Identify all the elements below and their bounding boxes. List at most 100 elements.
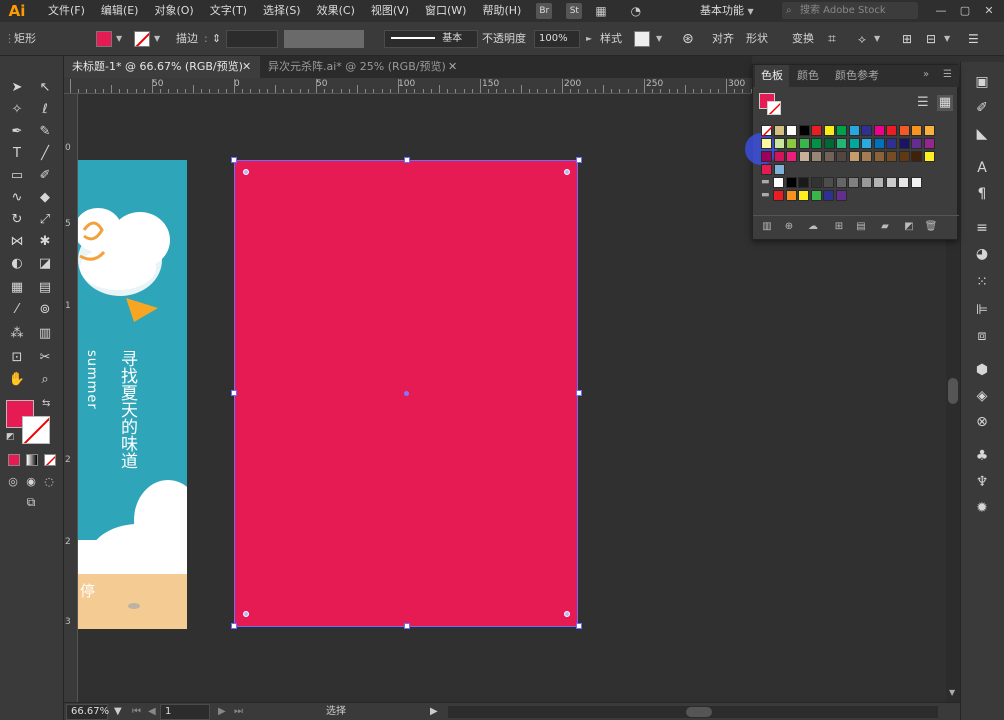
tab-close-icon[interactable]: ✕: [242, 56, 251, 78]
swatch[interactable]: [773, 151, 785, 162]
swatch[interactable]: [761, 164, 772, 175]
swatch[interactable]: [923, 151, 935, 162]
club-icon[interactable]: ♣: [971, 446, 993, 466]
color-group-folder-icon[interactable]: ▬: [761, 177, 770, 187]
tab-swatches[interactable]: 色板: [755, 65, 789, 87]
align-button[interactable]: 对齐: [712, 22, 734, 56]
show-kinds-icon[interactable]: ⊞: [831, 219, 847, 235]
pen-tool-icon[interactable]: ✒: [6, 122, 28, 142]
swatch[interactable]: [823, 190, 834, 201]
fill-swatch[interactable]: [96, 31, 112, 47]
swatch[interactable]: [773, 125, 785, 136]
isolate-icon[interactable]: ⌗: [828, 22, 836, 56]
screen-mode-icon[interactable]: ⧉: [20, 492, 42, 512]
cube-icon[interactable]: ⬢: [971, 360, 993, 380]
minimize-icon[interactable]: —: [930, 0, 952, 22]
paragraph-icon[interactable]: ¶: [971, 184, 993, 204]
curvature-tool-icon[interactable]: ✎: [34, 122, 56, 142]
swatch[interactable]: [861, 138, 872, 149]
menu-view[interactable]: 视图(V): [363, 0, 417, 22]
menu-type[interactable]: 文字(T): [202, 0, 255, 22]
color-mode-icon[interactable]: [8, 454, 20, 466]
horizontal-scrollbar[interactable]: [448, 706, 938, 718]
tab-untitled-1[interactable]: 未标题-1* @ 66.67% (RGB/预览): [64, 56, 260, 78]
swatch[interactable]: [848, 138, 860, 149]
swatch[interactable]: [773, 190, 784, 201]
swatch[interactable]: [798, 125, 810, 136]
swatch[interactable]: [786, 151, 797, 162]
fill-stroke-preview[interactable]: [759, 93, 781, 115]
scrollbar-thumb[interactable]: [948, 378, 958, 404]
swatch[interactable]: [910, 177, 922, 188]
stroke-preview-swatch[interactable]: [767, 101, 781, 115]
resize-handle-nw[interactable]: [231, 157, 237, 163]
eraser-tool-icon[interactable]: ◆: [34, 188, 56, 208]
artboard-summer-poster[interactable]: 寻找夏天的味道 summer 停: [78, 160, 187, 629]
color-group-folder-icon[interactable]: ▬: [761, 190, 770, 200]
corner-widget[interactable]: [564, 611, 570, 617]
chevron-right-icon[interactable]: ►: [586, 22, 592, 56]
puppet-warp-tool-icon[interactable]: ✱: [34, 232, 56, 252]
swatch[interactable]: [785, 190, 797, 201]
swatch[interactable]: [911, 138, 922, 149]
swatch[interactable]: [861, 125, 872, 136]
swatch[interactable]: [898, 138, 910, 149]
swatch[interactable]: [923, 125, 935, 136]
selected-rectangle[interactable]: [231, 157, 582, 629]
chevron-down-icon[interactable]: ▼: [154, 22, 160, 56]
direct-selection-tool-icon[interactable]: ↖: [34, 78, 56, 98]
live-paint-tool-icon[interactable]: ◪: [34, 254, 56, 274]
status-menu-arrow-icon[interactable]: ▶: [430, 703, 438, 720]
corner-widget[interactable]: [243, 169, 249, 175]
swatch[interactable]: [886, 151, 897, 162]
swatch[interactable]: [873, 177, 884, 188]
resize-handle-w[interactable]: [231, 390, 237, 396]
swatch[interactable]: [860, 177, 872, 188]
swatch[interactable]: [848, 151, 860, 162]
resize-handle-n[interactable]: [404, 157, 410, 163]
gradient-tool-icon[interactable]: ▤: [34, 278, 56, 298]
artboard-number-field[interactable]: 1: [160, 704, 210, 720]
swatch[interactable]: [911, 151, 922, 162]
swatch[interactable]: [873, 125, 885, 136]
resize-handle-sw[interactable]: [231, 623, 237, 629]
tab-color-guide[interactable]: 颜色参考: [829, 65, 885, 87]
swatch[interactable]: [786, 138, 797, 149]
menu-window[interactable]: 窗口(W): [417, 0, 474, 22]
swatch[interactable]: [861, 151, 872, 162]
gradient-mode-icon[interactable]: [26, 454, 38, 466]
hand-tool-icon[interactable]: ✋: [6, 370, 28, 390]
swatch-options-icon[interactable]: ▤: [853, 219, 869, 235]
grid-view-icon[interactable]: ▦: [937, 95, 953, 111]
type-icon[interactable]: A: [971, 158, 993, 178]
panel-menu-icon[interactable]: ☰: [943, 69, 952, 80]
scroll-down-arrow-icon[interactable]: ▼: [949, 688, 955, 697]
opacity-field[interactable]: 100%: [534, 30, 580, 48]
swatch[interactable]: [898, 151, 910, 162]
first-artboard-icon[interactable]: ⏮: [132, 703, 141, 720]
brush-icon[interactable]: ✐: [971, 98, 993, 118]
sun-icon[interactable]: ✹: [971, 498, 993, 518]
corner-widget[interactable]: [243, 611, 249, 617]
zoom-field[interactable]: 66.67%: [66, 704, 109, 720]
swatch[interactable]: [811, 151, 822, 162]
resize-handle-s[interactable]: [404, 623, 410, 629]
cloud-icon[interactable]: ☁: [805, 219, 821, 235]
swatch[interactable]: [898, 177, 909, 188]
blend-tool-icon[interactable]: ⊚: [34, 300, 56, 320]
layers-icon[interactable]: ◈: [971, 386, 993, 406]
swatch[interactable]: [898, 125, 910, 136]
menu-lines-icon[interactable]: ≡: [971, 218, 993, 238]
opacity-label[interactable]: 不透明度: [482, 22, 526, 56]
line-tool-icon[interactable]: ╱: [34, 144, 56, 164]
swatch[interactable]: [811, 125, 822, 136]
chevron-down-icon[interactable]: ▼: [116, 22, 122, 56]
eyedropper-tool-icon[interactable]: ⁄: [6, 300, 28, 320]
stroke-color-box[interactable]: [22, 416, 50, 444]
stroke-weight-stepper-icon[interactable]: ⇕: [212, 22, 221, 56]
resize-handle-ne[interactable]: [576, 157, 582, 163]
swatch[interactable]: [848, 177, 859, 188]
image-icon[interactable]: ▣: [971, 72, 993, 92]
list-view-icon[interactable]: ☰: [917, 95, 929, 110]
shaper-tool-icon[interactable]: ∿: [6, 188, 28, 208]
